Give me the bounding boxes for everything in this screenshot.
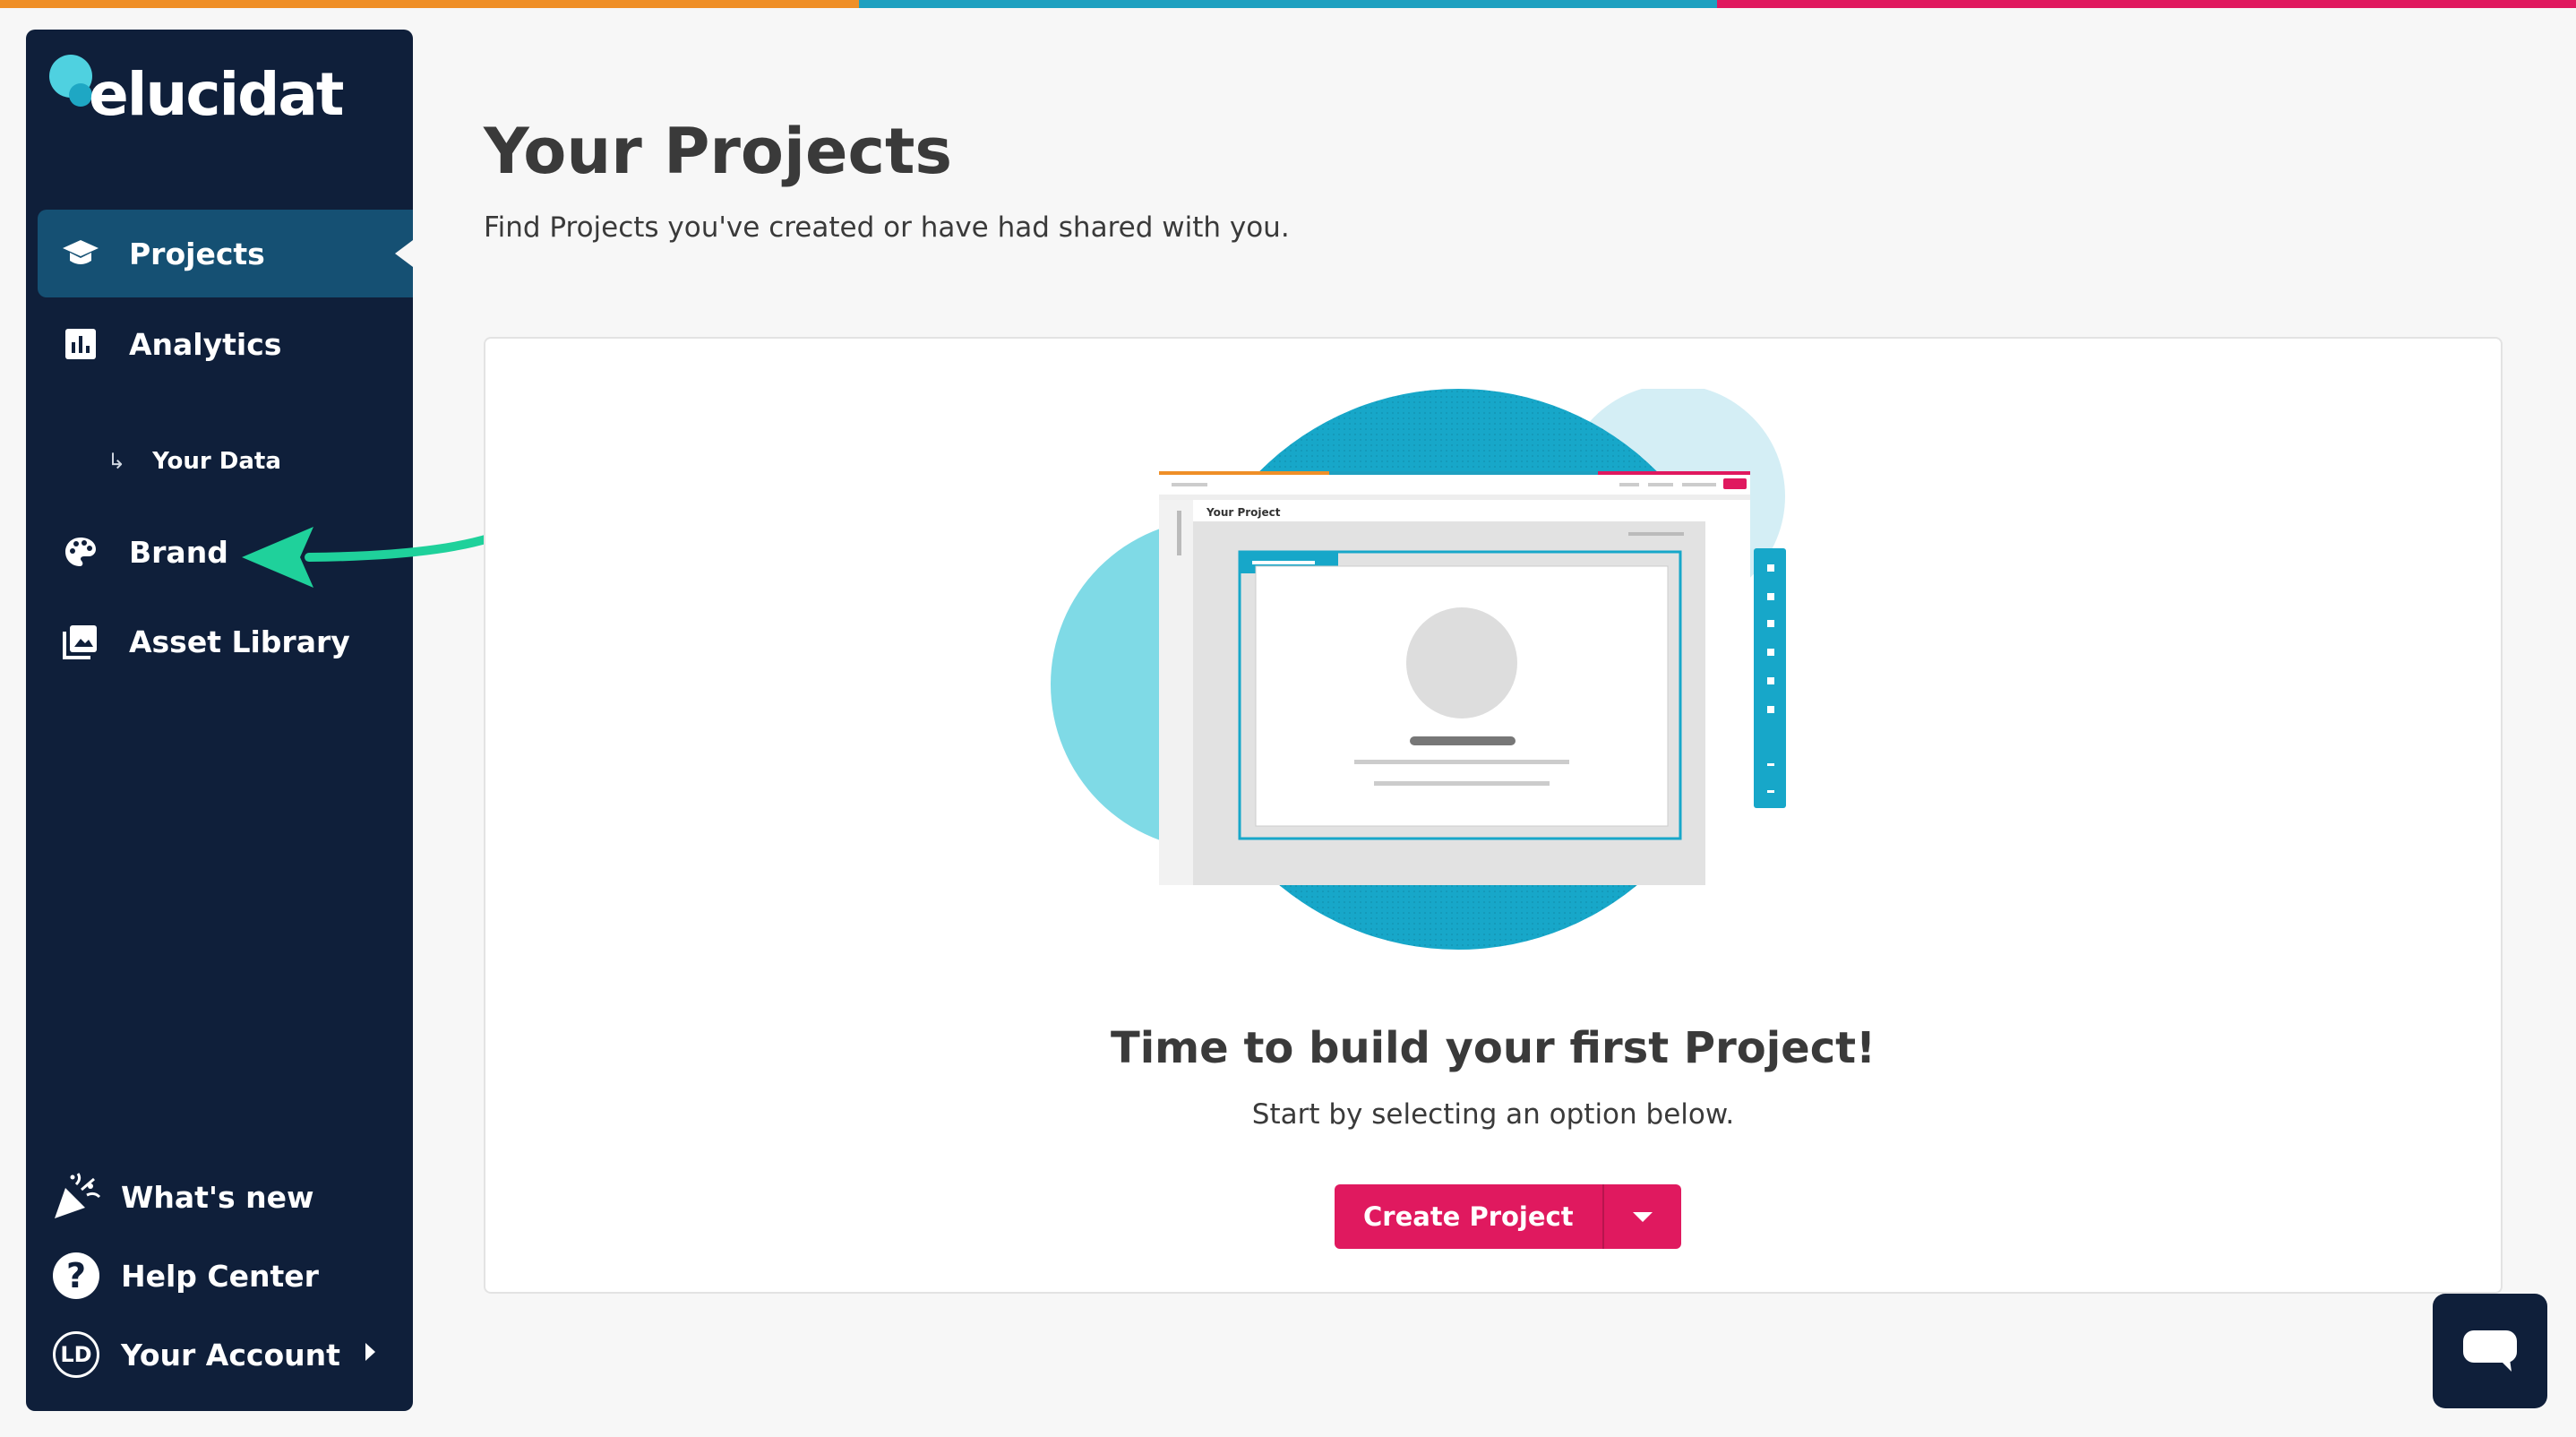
- chevron-right-icon: [365, 1343, 375, 1361]
- illustration-project-label: Your Project: [1206, 506, 1281, 519]
- create-project-button[interactable]: Create Project: [1335, 1184, 1602, 1249]
- chat-bubble-icon: [2463, 1330, 2517, 1372]
- top-accent-bar: [0, 0, 2576, 8]
- party-popper-icon: [51, 1172, 101, 1222]
- avatar: LD: [51, 1329, 101, 1380]
- sidebar-item-asset-library[interactable]: Asset Library: [38, 598, 413, 685]
- sidebar: elucidat Projects Analytics ↳ Your Data …: [26, 30, 413, 1411]
- sidebar-item-label: Help Center: [121, 1258, 319, 1294]
- sidebar-item-whats-new[interactable]: What's new: [51, 1166, 409, 1228]
- top-bar-blue: [858, 0, 1718, 8]
- empty-state-title: Time to build your first Project!: [1110, 1023, 1876, 1073]
- sub-arrow-icon: ↳: [107, 449, 126, 474]
- sidebar-item-label: Brand: [129, 534, 228, 570]
- question-circle-icon: ?: [51, 1251, 101, 1301]
- sidebar-item-label: Analytics: [129, 326, 282, 362]
- top-bar-orange: [0, 0, 859, 8]
- sidebar-item-projects[interactable]: Projects: [38, 210, 413, 297]
- graduation-cap-icon: [61, 234, 100, 273]
- empty-state-card: Your Project Time to build your first Pr…: [484, 337, 2503, 1294]
- sidebar-item-help-center[interactable]: ? Help Center: [51, 1244, 409, 1307]
- sidebar-item-your-account[interactable]: LD Your Account: [51, 1323, 409, 1386]
- bar-chart-icon: [61, 324, 100, 364]
- palette-icon: [61, 532, 100, 572]
- image-gallery-icon: [61, 622, 100, 661]
- sidebar-item-label: What's new: [121, 1179, 314, 1215]
- caret-down-icon: [1632, 1211, 1653, 1222]
- chat-launcher-button[interactable]: [2433, 1294, 2547, 1408]
- create-project-split-button: Create Project: [1335, 1184, 1681, 1249]
- sidebar-item-label: Asset Library: [129, 624, 350, 659]
- page-title: Your Projects: [484, 115, 953, 188]
- top-bar-pink: [1717, 0, 2576, 8]
- create-project-dropdown-button[interactable]: [1601, 1184, 1681, 1249]
- logo-wordmark: elucidat: [89, 60, 344, 129]
- page-subtitle: Find Projects you've created or have had…: [484, 211, 1290, 244]
- elucidat-logo[interactable]: elucidat: [49, 49, 372, 148]
- project-illustration: Your Project: [1051, 389, 1786, 950]
- empty-state-subtitle: Start by selecting an option below.: [1251, 1098, 1735, 1131]
- sidebar-item-label: Your Account: [121, 1337, 340, 1372]
- sidebar-item-label: Projects: [129, 236, 265, 271]
- sidebar-item-analytics[interactable]: Analytics: [38, 300, 413, 388]
